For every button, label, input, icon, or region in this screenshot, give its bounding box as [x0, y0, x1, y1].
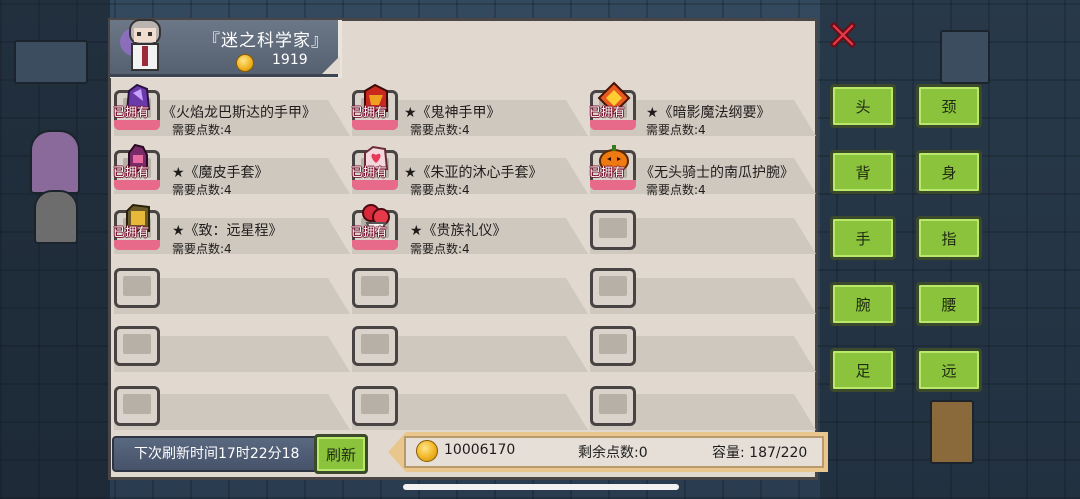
category-button-ranged[interactable]: 远 — [916, 348, 982, 392]
category-button-neck[interactable]: 颈 — [916, 84, 982, 128]
item-points: 需要点数:4 — [410, 242, 470, 256]
background-npc-2 — [34, 190, 78, 244]
merchant-avatar — [120, 19, 161, 71]
item-slot[interactable]: 已拥有 — [589, 145, 636, 190]
empty-slot[interactable] — [590, 326, 636, 366]
item-points: 需要点数:4 — [410, 123, 470, 137]
merchant-coins: 1919 — [272, 52, 308, 68]
item-slot[interactable]: 已拥有 — [113, 83, 160, 130]
gold-amount: 10006170 — [444, 442, 516, 458]
item-points: 需要点数:4 — [172, 242, 232, 256]
background-machine — [14, 40, 88, 84]
category-button-waist[interactable]: 腰 — [916, 282, 982, 326]
close-button[interactable] — [826, 18, 860, 52]
item-points: 需要点数:4 — [172, 123, 232, 137]
item-slot[interactable]: 已拥有 — [351, 145, 398, 190]
owned-tag: 已拥有 — [589, 165, 626, 179]
empty-slot[interactable] — [590, 386, 636, 426]
item-name[interactable]: ★《暗影魔法纲要》 — [646, 102, 771, 122]
item-slot[interactable]: 已拥有 — [113, 143, 160, 190]
empty-slot[interactable] — [114, 386, 160, 426]
item-slot[interactable]: 已拥有 — [113, 203, 160, 250]
owned-tag: 已拥有 — [351, 225, 388, 239]
refresh-timer: 下次刷新时间17时22分18 — [112, 436, 324, 472]
empty-slot[interactable] — [352, 386, 398, 426]
merchant-title: 『迷之科学家』 — [203, 31, 329, 51]
item-slot[interactable]: 已拥有 — [589, 81, 636, 130]
capacity: 容量: 187/220 — [712, 445, 808, 461]
item-name[interactable]: ★《致：远星程》 — [172, 220, 283, 240]
item-points: 需要点数:4 — [646, 123, 706, 137]
item-name[interactable]: ★《朱亚的沐心手套》 — [404, 162, 543, 182]
category-button-finger[interactable]: 指 — [916, 216, 982, 260]
item-points: 需要点数:4 — [172, 183, 232, 197]
category-button-body[interactable]: 身 — [916, 150, 982, 194]
item-name[interactable]: ★《贵族礼仪》 — [410, 220, 507, 240]
remaining-points: 剩余点数:0 — [578, 445, 648, 461]
coin-icon — [236, 54, 254, 72]
item-slot[interactable]: 已拥有 — [351, 204, 398, 250]
owned-tag: 已拥有 — [351, 105, 388, 119]
empty-slot[interactable] — [114, 268, 160, 308]
category-button-wrist[interactable]: 腕 — [830, 282, 896, 326]
owned-tag: 已拥有 — [351, 165, 388, 179]
item-name[interactable]: 《无头骑士的南瓜护腕》 — [640, 162, 794, 182]
background-device — [940, 30, 990, 84]
header-corner — [322, 56, 340, 74]
owned-tag: 已拥有 — [113, 165, 150, 179]
item-points: 需要点数:4 — [646, 183, 706, 197]
owned-tag: 已拥有 — [589, 105, 626, 119]
item-slot[interactable]: 已拥有 — [351, 83, 398, 130]
category-button-hand[interactable]: 手 — [830, 216, 896, 260]
refresh-button[interactable]: 刷新 — [314, 434, 368, 474]
background-terminal — [930, 400, 974, 464]
item-points: 需要点数:4 — [410, 183, 470, 197]
category-button-head[interactable]: 头 — [830, 84, 896, 128]
empty-slot[interactable] — [590, 268, 636, 308]
background-npc — [30, 130, 80, 194]
owned-tag: 已拥有 — [113, 105, 150, 119]
item-name[interactable]: ★《魔皮手套》 — [172, 162, 269, 182]
empty-slot[interactable] — [590, 210, 636, 250]
home-indicator[interactable] — [403, 484, 679, 490]
item-name[interactable]: ★《鬼神手甲》 — [404, 102, 501, 122]
gold-coin-icon — [416, 440, 438, 462]
category-button-back[interactable]: 背 — [830, 150, 896, 194]
category-button-foot[interactable]: 足 — [830, 348, 896, 392]
item-name[interactable]: 《火焰龙巴斯达的手甲》 — [162, 102, 316, 122]
empty-slot[interactable] — [352, 326, 398, 366]
empty-slot[interactable] — [114, 326, 160, 366]
empty-slot[interactable] — [352, 268, 398, 308]
owned-tag: 已拥有 — [113, 225, 150, 239]
